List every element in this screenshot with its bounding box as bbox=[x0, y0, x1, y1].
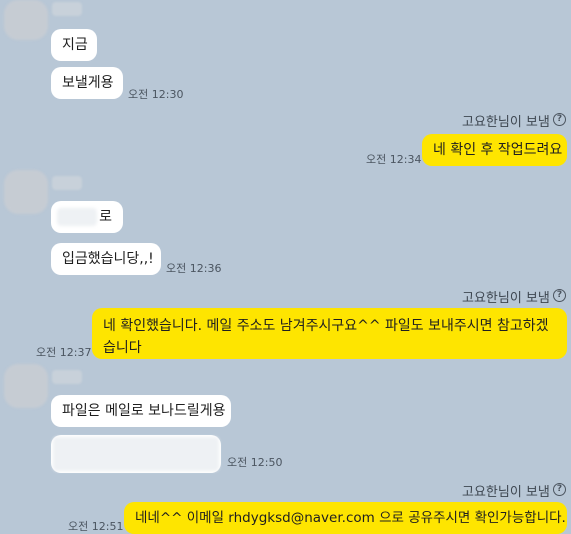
message-text: 파일은 메일로 보나드릴게용 bbox=[62, 403, 226, 419]
message-bubble[interactable]: 입금했습니당,,! bbox=[51, 243, 161, 275]
message-bubble[interactable]: 네네^^ 이메일 rhdygksd@naver.com 으로 공유주시면 확인가… bbox=[124, 502, 567, 534]
sender-name bbox=[52, 370, 82, 384]
sender-label: 고요한님이 보냄 bbox=[462, 485, 550, 500]
message-bubble[interactable]: 네 확인 후 작업드려요 bbox=[422, 134, 567, 166]
message-bubble[interactable]: 보낼게용 bbox=[51, 67, 123, 99]
avatar[interactable] bbox=[4, 0, 48, 40]
help-icon[interactable]: ? bbox=[553, 483, 566, 496]
avatar[interactable] bbox=[4, 364, 48, 408]
sender-name bbox=[52, 2, 82, 16]
message-time: 오전 12:37 bbox=[36, 346, 92, 359]
redacted-text bbox=[57, 208, 97, 226]
help-icon[interactable]: ? bbox=[553, 113, 566, 126]
message-bubble[interactable]: 지금 bbox=[51, 29, 97, 61]
message-bubble[interactable]: 네 확인했습니다. 메일 주소도 남겨주시구요^^ 파일도 보내주시면 참고하겠… bbox=[92, 308, 567, 359]
sender-label: 고요한님이 보냄 bbox=[462, 115, 550, 130]
message-text: 네 확인했습니다. 메일 주소도 남겨주시구요^^ 파일도 보내주시면 참고하겠… bbox=[103, 318, 549, 356]
message-text: 로 bbox=[99, 209, 112, 225]
message-text: 지금 bbox=[62, 37, 88, 53]
message-text: 네 확인 후 작업드려요 bbox=[433, 142, 563, 158]
help-icon[interactable]: ? bbox=[553, 289, 566, 302]
message-time: 오전 12:50 bbox=[227, 456, 283, 469]
message-time: 오전 12:34 bbox=[366, 153, 422, 166]
message-bubble[interactable]: 로 bbox=[51, 201, 123, 233]
message-text: 네네^^ 이메일 rhdygksd@naver.com 으로 공유주시면 확인가… bbox=[135, 510, 566, 526]
image-attachment[interactable] bbox=[51, 435, 221, 473]
message-text: 보낼게용 bbox=[62, 75, 114, 91]
message-time: 오전 12:51 bbox=[68, 520, 124, 533]
sender-label: 고요한님이 보냄 bbox=[462, 291, 550, 306]
message-time: 오전 12:36 bbox=[166, 262, 222, 275]
message-text: 입금했습니당,,! bbox=[62, 251, 154, 267]
sender-name bbox=[52, 176, 82, 190]
avatar[interactable] bbox=[4, 170, 48, 214]
redacted-image bbox=[53, 437, 219, 471]
message-time: 오전 12:30 bbox=[128, 88, 184, 101]
message-bubble[interactable]: 파일은 메일로 보나드릴게용 bbox=[51, 395, 231, 427]
